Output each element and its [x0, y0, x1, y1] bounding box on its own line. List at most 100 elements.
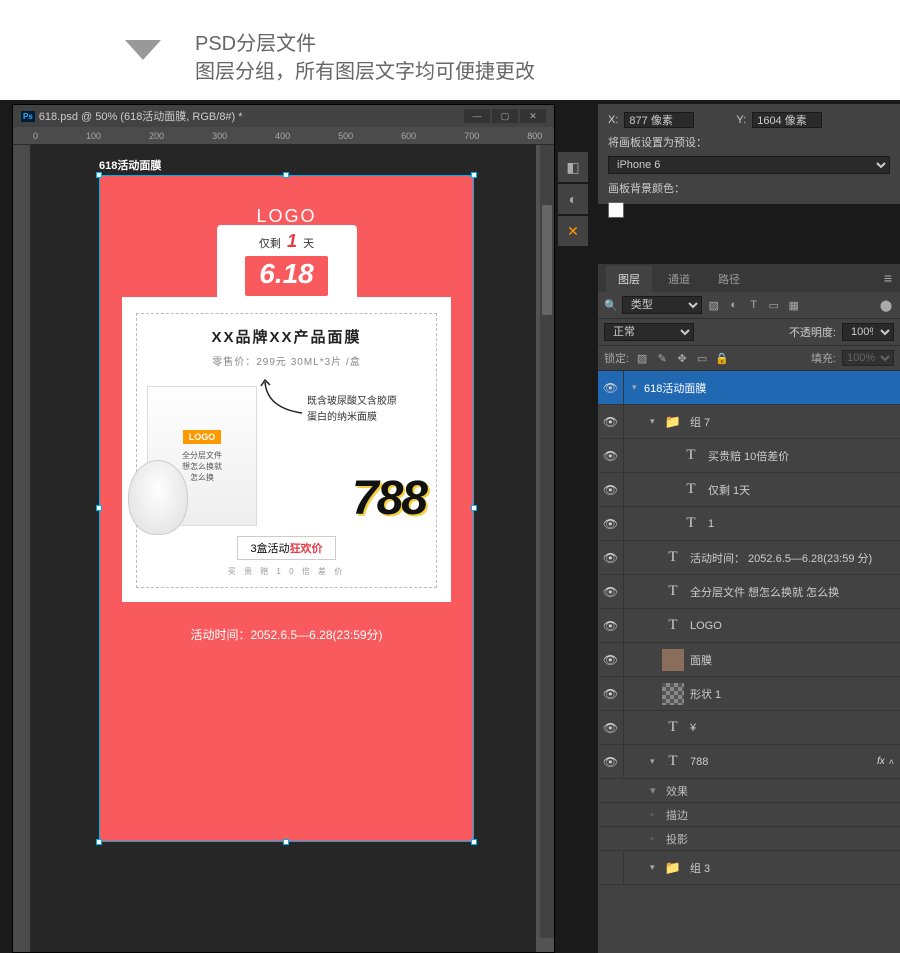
guarantee-text: 买 贵 赔 1 0 倍 差 价	[147, 566, 426, 577]
visibility-toggle[interactable]: 👁	[598, 745, 624, 778]
chevron-up-icon[interactable]: ˄	[889, 757, 894, 767]
transform-handle[interactable]	[96, 172, 102, 178]
visibility-toggle[interactable]: 👁	[598, 677, 624, 710]
transform-handle[interactable]	[471, 505, 477, 511]
layer-row[interactable]: 👁T1	[598, 507, 900, 541]
layer-row[interactable]: 👁 ▾618活动面膜	[598, 371, 900, 405]
layer-name[interactable]: 788	[690, 756, 877, 768]
blend-mode-select[interactable]: 正常	[604, 323, 694, 341]
filter-kind-select[interactable]: 类型	[622, 296, 702, 314]
close-button[interactable]: ✕	[520, 109, 546, 123]
layer-name[interactable]: 仅剩 1天	[708, 482, 894, 498]
layer-row[interactable]: 👁 形状 1	[598, 677, 900, 711]
layer-name[interactable]: 组 7	[690, 414, 894, 430]
arrow-curve-icon	[257, 378, 307, 418]
bg-color-swatch[interactable]	[608, 202, 624, 218]
transform-handle[interactable]	[283, 172, 289, 178]
fx-item[interactable]: ◦描边	[598, 803, 900, 827]
tab-layers[interactable]: 图层	[606, 266, 652, 292]
disclosure-icon[interactable]: ▾	[650, 416, 662, 427]
artboard-label[interactable]: 618活动面膜	[99, 157, 161, 173]
layer-row[interactable]: 👁T¥	[598, 711, 900, 745]
visibility-toggle[interactable]: 👁	[598, 643, 624, 676]
disclosure-icon[interactable]: ▾	[632, 382, 644, 393]
scrollbar-vertical[interactable]	[540, 145, 554, 938]
tab-paths[interactable]: 路径	[706, 266, 752, 292]
y-input[interactable]	[752, 112, 822, 128]
lock-pos-icon[interactable]: ✥	[675, 352, 689, 365]
preset-select[interactable]: iPhone 6	[608, 156, 890, 174]
search-icon[interactable]: 🔍	[604, 299, 618, 312]
fx-item[interactable]: ◦投影	[598, 827, 900, 851]
visibility-toggle[interactable]: 👁	[598, 371, 624, 404]
ruler-vertical[interactable]	[13, 145, 31, 952]
layer-name[interactable]: 全分层文件 想怎么换就 怎么换	[690, 584, 894, 600]
layer-row[interactable]: 👁 面膜	[598, 643, 900, 677]
layer-name[interactable]: 618活动面膜	[644, 380, 894, 396]
visibility-toggle[interactable]: 👁	[598, 541, 624, 574]
layer-row[interactable]: 👁TLOGO	[598, 609, 900, 643]
fx-header[interactable]: ▾效果	[598, 779, 900, 803]
canvas[interactable]: 618活动面膜 LOGO 仅剩 1 天 6.18 XX品牌XX产品面膜 零售价：…	[31, 145, 536, 952]
design-countdown-tab: 仅剩 1 天 6.18	[217, 225, 357, 298]
lock-artboard-icon[interactable]: ▭	[695, 352, 709, 365]
minimize-button[interactable]: —	[464, 109, 490, 123]
filter-pixel-icon[interactable]: ▧	[706, 298, 722, 312]
fill-select[interactable]: 100%	[842, 350, 894, 366]
layer-name[interactable]: 组 3	[690, 860, 894, 876]
layer-row[interactable]: 👁T活动时间： 2052.6.5—6.28(23:59 分)	[598, 541, 900, 575]
layer-name[interactable]: 活动时间： 2052.6.5—6.28(23:59 分)	[690, 550, 894, 566]
layer-row[interactable]: 👁T全分层文件 想怎么换就 怎么换	[598, 575, 900, 609]
swatches-panel-icon[interactable]: ✕	[558, 216, 588, 246]
filter-toggle-icon[interactable]: ⬤	[878, 298, 894, 312]
transform-handle[interactable]	[283, 839, 289, 845]
lock-paint-icon[interactable]: ✎	[655, 352, 669, 365]
layer-name[interactable]: 面膜	[690, 652, 894, 668]
visibility-toggle[interactable]: 👁	[598, 575, 624, 608]
product-desc: 既含玻尿酸又含胶原 蛋白的纳米面膜	[307, 394, 397, 426]
lock-trans-icon[interactable]: ▨	[635, 352, 649, 365]
visibility-toggle[interactable]: 👁	[598, 711, 624, 744]
layers-list[interactable]: 👁▾618活动面膜👁▾📁组 7👁T买贵赔 10倍差价👁T仅剩 1天👁T1👁T活动…	[598, 371, 900, 885]
history-panel-icon[interactable]: ◧	[558, 152, 588, 182]
artboard[interactable]: LOGO 仅剩 1 天 6.18 XX品牌XX产品面膜 零售价：299元 30M…	[99, 175, 474, 842]
visibility-toggle[interactable]: 👁	[598, 507, 624, 540]
visibility-toggle[interactable]	[598, 851, 624, 884]
transform-handle[interactable]	[96, 839, 102, 845]
panel-menu-icon[interactable]: ≡	[884, 270, 892, 286]
fx-badge[interactable]: fx	[877, 756, 885, 767]
ruler-horizontal[interactable]: 0 100 200 300 400 500 600 700 800	[13, 127, 554, 145]
maximize-button[interactable]: ▢	[492, 109, 518, 123]
transform-handle[interactable]	[471, 172, 477, 178]
layer-name[interactable]: 买贵赔 10倍差价	[708, 448, 894, 464]
opacity-select[interactable]: 100%	[842, 323, 894, 341]
disclosure-icon[interactable]: ▾	[650, 756, 662, 767]
layer-name[interactable]: 形状 1	[690, 686, 894, 702]
lock-all-icon[interactable]: 🔒	[715, 352, 729, 365]
layer-name[interactable]: LOGO	[690, 620, 894, 632]
visibility-toggle[interactable]: 👁	[598, 473, 624, 506]
filter-smart-icon[interactable]: ▦	[786, 298, 802, 312]
visibility-toggle[interactable]: 👁	[598, 609, 624, 642]
document-titlebar[interactable]: Ps 618.psd @ 50% (618活动面膜, RGB/8#) * — ▢…	[13, 105, 554, 127]
layer-name[interactable]: 1	[708, 518, 894, 530]
layer-row[interactable]: 👁▾📁组 7	[598, 405, 900, 439]
scroll-thumb[interactable]	[542, 205, 552, 315]
fill-label: 填充:	[811, 350, 836, 366]
filter-type-icon[interactable]: T	[746, 298, 762, 312]
layer-row[interactable]: ▾📁组 3	[598, 851, 900, 885]
tab-channels[interactable]: 通道	[656, 266, 702, 292]
layer-row[interactable]: 👁▾T788fx˄	[598, 745, 900, 779]
filter-adjust-icon[interactable]: ◐	[726, 298, 742, 312]
disclosure-icon[interactable]: ▾	[650, 862, 662, 873]
visibility-toggle[interactable]: 👁	[598, 439, 624, 472]
layer-row[interactable]: 👁T买贵赔 10倍差价	[598, 439, 900, 473]
layer-name[interactable]: ¥	[690, 722, 894, 734]
visibility-toggle[interactable]: 👁	[598, 405, 624, 438]
filter-shape-icon[interactable]: ▭	[766, 298, 782, 312]
x-input[interactable]	[624, 112, 694, 128]
transform-handle[interactable]	[471, 839, 477, 845]
transform-handle[interactable]	[96, 505, 102, 511]
color-panel-icon[interactable]: ◐	[558, 184, 588, 214]
layer-row[interactable]: 👁T仅剩 1天	[598, 473, 900, 507]
